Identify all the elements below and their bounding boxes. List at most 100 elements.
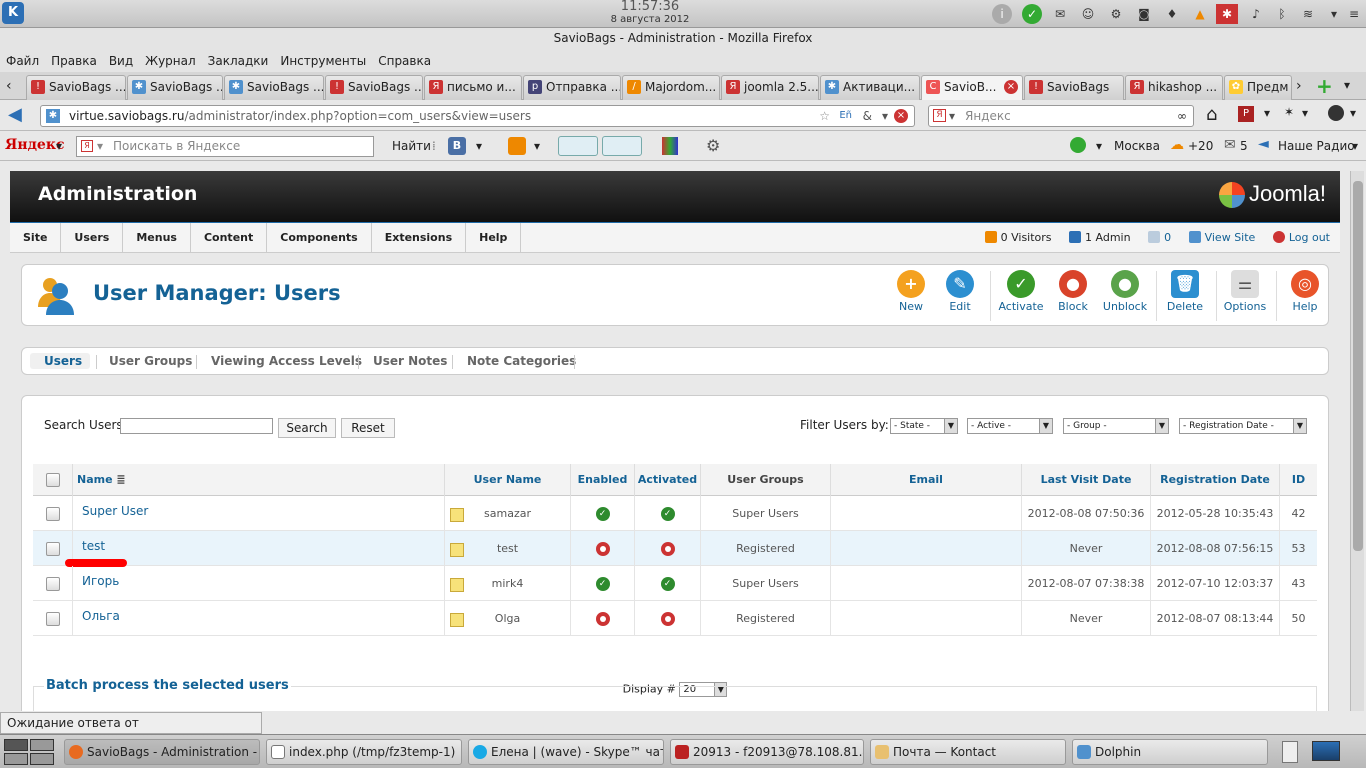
- desktop-pager-4[interactable]: [30, 753, 54, 765]
- panel-toolbox-icon[interactable]: ≡: [1344, 4, 1364, 24]
- network-icon[interactable]: ✉: [1050, 4, 1070, 24]
- block-button[interactable]: ● Block: [1048, 270, 1098, 313]
- chevron-down-icon[interactable]: ▾: [1264, 106, 1270, 120]
- menu-users[interactable]: Users: [61, 223, 124, 253]
- column-name[interactable]: Name ≣: [73, 464, 445, 496]
- subnav-users[interactable]: Users: [44, 348, 82, 374]
- binoculars-icon[interactable]: ∞: [1177, 106, 1187, 126]
- menu-view[interactable]: Вид: [103, 50, 139, 72]
- check-icon[interactable]: ✓: [1022, 4, 1042, 24]
- back-icon[interactable]: ◀: [8, 104, 22, 125]
- settings-icon[interactable]: ⚙: [1106, 4, 1126, 24]
- options-button[interactable]: ⚌ Options: [1220, 270, 1270, 313]
- new-tab-icon[interactable]: +: [1316, 74, 1333, 98]
- ampersand-icon[interactable]: &: [863, 106, 872, 126]
- scrollbar-thumb[interactable]: [1353, 181, 1363, 551]
- subnav-user-notes[interactable]: User Notes: [373, 348, 447, 374]
- chevron-down-icon[interactable]: ▾: [476, 139, 482, 153]
- kde-menu-icon[interactable]: K: [2, 2, 24, 24]
- wifi-icon[interactable]: ≋: [1298, 4, 1318, 24]
- tabs-scroll-left-icon[interactable]: ‹: [6, 78, 12, 94]
- user-name-link[interactable]: test: [82, 539, 105, 553]
- enabled-check-icon[interactable]: ✓: [660, 577, 675, 591]
- browser-tab[interactable]: Яписьмо и...: [424, 75, 522, 100]
- books-icon[interactable]: [662, 137, 678, 155]
- reset-button[interactable]: Reset: [341, 418, 395, 438]
- menu-help[interactable]: Help: [466, 223, 522, 253]
- radio-icon[interactable]: ◄: [1258, 136, 1269, 152]
- subnav-viewing-access-levels[interactable]: Viewing Access Levels: [211, 348, 362, 374]
- monitor-icon[interactable]: ◙: [1134, 4, 1154, 24]
- column-registration-date[interactable]: Registration Date: [1151, 464, 1280, 496]
- browser-tab[interactable]: ✱ SavioBags ...: [127, 75, 223, 100]
- user-name-link[interactable]: Игорь: [82, 574, 119, 588]
- yandex-find-button[interactable]: Найти: [392, 139, 431, 153]
- user-name-link[interactable]: Super User: [82, 504, 148, 518]
- menu-components[interactable]: Components: [267, 223, 372, 253]
- column-last-visit[interactable]: Last Visit Date: [1022, 464, 1151, 496]
- clipboard-icon[interactable]: [1282, 741, 1298, 763]
- weather-icon[interactable]: ☁: [1170, 137, 1184, 153]
- bookmark-star-icon[interactable]: ☆: [819, 106, 830, 126]
- menu-edit[interactable]: Правка: [45, 50, 103, 72]
- tab-list-icon[interactable]: ▾: [1344, 78, 1350, 92]
- column-id[interactable]: ID: [1280, 464, 1317, 496]
- desktop-pager-2[interactable]: [30, 739, 54, 751]
- menu-help[interactable]: Справка: [372, 50, 437, 72]
- chevron-down-icon[interactable]: ▾: [534, 139, 540, 153]
- bluetooth-icon[interactable]: ᛒ: [1272, 4, 1292, 24]
- state-filter-select[interactable]: - State - ▼: [890, 418, 958, 434]
- row-checkbox[interactable]: [45, 612, 60, 626]
- task-dolphin[interactable]: Dolphin: [1072, 739, 1268, 765]
- menu-tools[interactable]: Инструменты: [274, 50, 372, 72]
- disabled-icon[interactable]: [660, 542, 675, 556]
- translate-icon[interactable]: Eñ: [839, 106, 852, 126]
- task-kontact[interactable]: Почта — Kontact: [870, 739, 1066, 765]
- browser-tab[interactable]: Яhikashop ...: [1125, 75, 1223, 100]
- task-editor[interactable]: index.php (/tmp/fz3temp-1): [266, 739, 462, 765]
- browser-tab[interactable]: ! SavioBags ...: [26, 75, 126, 100]
- task-skype[interactable]: Елена | (wave) - Skype™ чат: [468, 739, 664, 765]
- browser-tab[interactable]: p Отправка ...: [523, 75, 621, 100]
- row-checkbox[interactable]: [45, 507, 60, 521]
- warning-icon[interactable]: ▲: [1190, 4, 1210, 24]
- active-filter-select[interactable]: - Active - ▼: [967, 418, 1053, 434]
- tabs-scroll-right-icon[interactable]: ›: [1296, 78, 1302, 94]
- edit-button[interactable]: ✎ Edit: [935, 270, 985, 313]
- gear-icon[interactable]: ⚙: [706, 136, 720, 155]
- bug-icon[interactable]: ✶: [1284, 105, 1294, 119]
- radio-label[interactable]: Наше Радио: [1278, 139, 1355, 153]
- search-users-input[interactable]: [120, 418, 273, 434]
- browser-search-input[interactable]: Я ▾ Яндекс ∞: [928, 105, 1194, 127]
- enabled-check-icon[interactable]: ✓: [660, 507, 675, 521]
- chevron-down-icon[interactable]: ▾: [1350, 106, 1356, 120]
- chat-icon[interactable]: ☺: [1078, 4, 1098, 24]
- weather-temp[interactable]: +20: [1188, 139, 1213, 153]
- pinterest-icon[interactable]: P: [1238, 106, 1254, 122]
- browser-tab-active[interactable]: C SavioB... ×: [921, 75, 1023, 100]
- page-scrollbar[interactable]: [1350, 171, 1364, 711]
- volume-icon[interactable]: ♪: [1246, 4, 1266, 24]
- keyboard-layout-icon[interactable]: ✱: [1216, 4, 1238, 24]
- disabled-icon[interactable]: [660, 612, 675, 626]
- spellcheck-icon[interactable]: [558, 136, 598, 156]
- enabled-check-icon[interactable]: ✓: [595, 577, 610, 591]
- group-filter-select[interactable]: - Group - ▼: [1063, 418, 1169, 434]
- browser-tab[interactable]: ! SavioBags: [1024, 75, 1124, 100]
- close-tab-icon[interactable]: ×: [1004, 80, 1018, 94]
- stop-icon[interactable]: ×: [894, 109, 908, 123]
- browser-tab[interactable]: ✿ Предм: [1224, 75, 1292, 100]
- select-all-checkbox[interactable]: [45, 473, 60, 487]
- disabled-icon[interactable]: [595, 542, 610, 556]
- browser-tab[interactable]: Яjoomla 2.5...: [721, 75, 819, 100]
- desktop-pager-3[interactable]: [4, 753, 28, 765]
- desktop-pager-1[interactable]: [4, 739, 28, 751]
- chevron-down-icon[interactable]: ▾: [1302, 106, 1308, 120]
- chevron-down-icon[interactable]: ▾: [882, 106, 888, 126]
- translate-icon[interactable]: [602, 136, 642, 156]
- menu-menus[interactable]: Menus: [123, 223, 191, 253]
- row-checkbox[interactable]: [45, 542, 60, 556]
- city-label[interactable]: Москва: [1114, 139, 1160, 153]
- browser-tab[interactable]: ✱ Активаци...: [820, 75, 920, 100]
- bulb-icon[interactable]: ♦: [1162, 4, 1182, 24]
